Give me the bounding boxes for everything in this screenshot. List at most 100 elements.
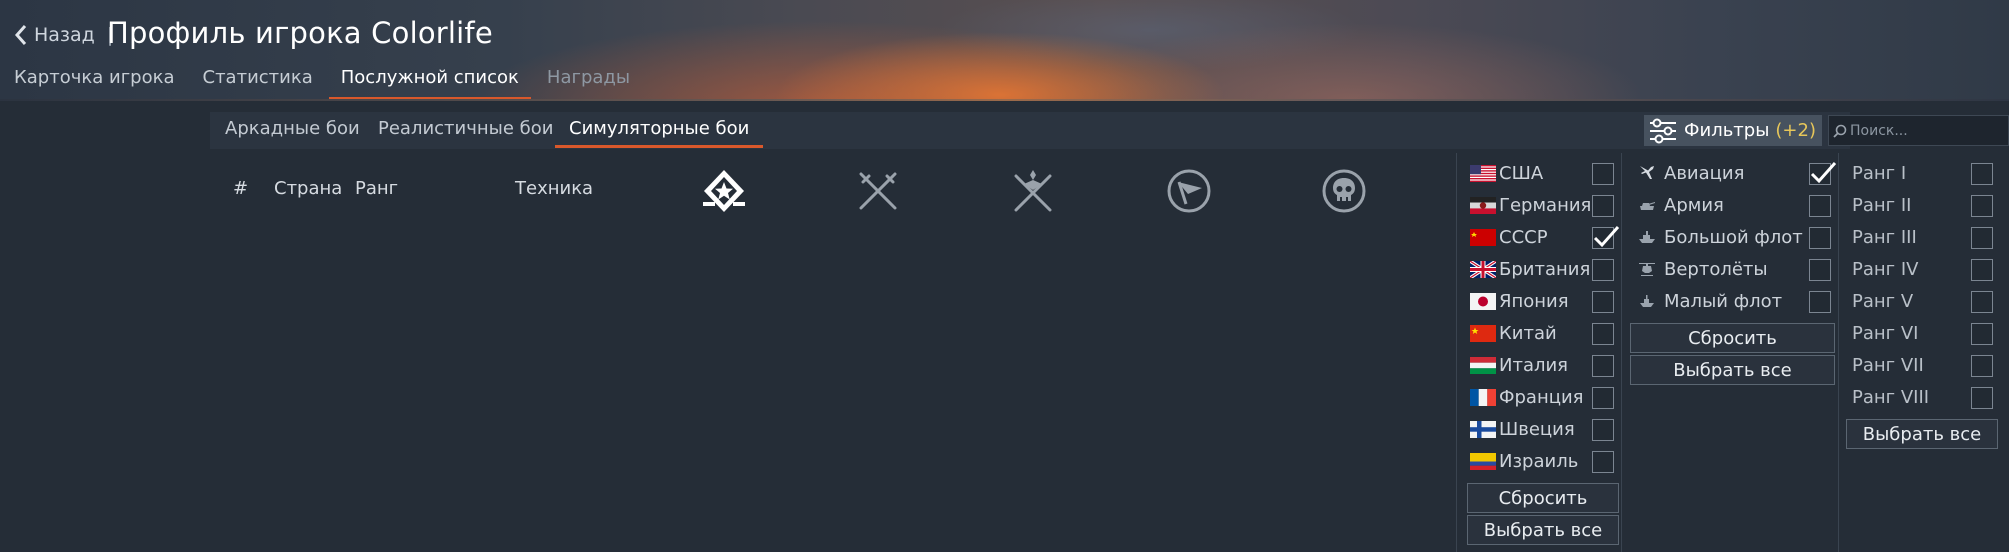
rank-row-3[interactable]: Ранг III bbox=[1852, 223, 1917, 251]
country-row-britain[interactable]: Британия bbox=[1470, 255, 1590, 283]
country-checkbox-france[interactable] bbox=[1592, 387, 1614, 409]
france-flag-icon bbox=[1470, 388, 1496, 406]
country-checkbox-china[interactable] bbox=[1592, 323, 1614, 345]
rank-label: Ранг III bbox=[1852, 226, 1917, 248]
rank-label: Ранг VII bbox=[1852, 354, 1924, 376]
type-checkbox-coastal-fleet[interactable] bbox=[1809, 291, 1831, 313]
country-label: Италия bbox=[1499, 354, 1569, 376]
country-label: Израиль bbox=[1499, 450, 1579, 472]
tab-player-card[interactable]: Карточка игрока bbox=[14, 64, 189, 100]
back-button[interactable]: Назад | bbox=[14, 20, 113, 50]
rank-label: Ранг II bbox=[1852, 194, 1912, 216]
country-checkbox-usa[interactable] bbox=[1592, 163, 1614, 185]
type-row-bluewater-fleet[interactable]: Большой флот bbox=[1638, 223, 1803, 251]
ground-kills-icon[interactable] bbox=[1010, 168, 1056, 214]
country-row-france[interactable]: Франция bbox=[1470, 383, 1584, 411]
rank-label: Ранг VI bbox=[1852, 322, 1919, 344]
rank-label: Ранг I bbox=[1852, 162, 1907, 184]
rank-checkbox-8[interactable] bbox=[1971, 387, 1993, 409]
rank-row-1[interactable]: Ранг I bbox=[1852, 159, 1906, 187]
rank-row-2[interactable]: Ранг II bbox=[1852, 191, 1911, 219]
tab-statistics[interactable]: Статистика bbox=[203, 64, 327, 100]
country-row-israel[interactable]: Израиль bbox=[1470, 447, 1578, 475]
boat-icon bbox=[1640, 295, 1654, 307]
filter-column-divider bbox=[1621, 153, 1622, 552]
filters-count: (+2) bbox=[1775, 120, 1816, 141]
type-row-helicopters[interactable]: Вертолёты bbox=[1638, 255, 1768, 283]
types-select-all-button[interactable]: Выбрать все bbox=[1630, 355, 1835, 385]
israel-flag-icon bbox=[1470, 452, 1496, 470]
tab-simulator[interactable]: Симуляторные бои bbox=[554, 118, 764, 148]
air-kills-icon[interactable] bbox=[855, 168, 901, 214]
country-row-china[interactable]: Китай bbox=[1470, 319, 1557, 347]
rank-checkbox-7[interactable] bbox=[1971, 355, 1993, 377]
type-label: Большой флот bbox=[1664, 226, 1803, 248]
types-reset-button[interactable]: Сбросить bbox=[1630, 323, 1835, 353]
country-row-sweden[interactable]: Швеция bbox=[1470, 415, 1575, 443]
column-vehicle[interactable]: Техника bbox=[515, 178, 593, 199]
country-row-japan[interactable]: Япония bbox=[1470, 287, 1569, 315]
country-label: Франция bbox=[1499, 386, 1584, 408]
country-row-germany[interactable]: Германия bbox=[1470, 191, 1591, 219]
country-checkbox-britain[interactable] bbox=[1592, 259, 1614, 281]
germany-flag-icon bbox=[1470, 196, 1496, 214]
country-label: Германия bbox=[1499, 194, 1592, 216]
tab-realistic[interactable]: Реалистичные бои bbox=[378, 118, 553, 148]
column-rank[interactable]: Ранг bbox=[355, 178, 398, 199]
tab-service-record[interactable]: Послужной список bbox=[328, 64, 533, 100]
tab-awards[interactable]: Награды bbox=[547, 64, 644, 100]
type-checkbox-army[interactable] bbox=[1809, 195, 1831, 217]
rank-checkbox-3[interactable] bbox=[1971, 227, 1993, 249]
type-checkbox-aviation[interactable] bbox=[1809, 162, 1837, 185]
search-box bbox=[1828, 115, 2009, 146]
country-row-italy[interactable]: Италия bbox=[1470, 351, 1568, 379]
rank-row-4[interactable]: Ранг IV bbox=[1852, 255, 1918, 283]
type-checkbox-helicopters[interactable] bbox=[1809, 259, 1831, 281]
country-row-ussr[interactable]: СССР bbox=[1470, 223, 1548, 251]
column-country[interactable]: Страна bbox=[274, 178, 342, 199]
tank-icon bbox=[1640, 202, 1655, 210]
ship-icon bbox=[1639, 231, 1655, 243]
deaths-icon[interactable] bbox=[1321, 168, 1367, 214]
country-label: Китай bbox=[1499, 322, 1557, 344]
rank-row-7[interactable]: Ранг VII bbox=[1852, 351, 1924, 379]
tab-arcade[interactable]: Аркадные бои bbox=[225, 118, 360, 148]
captures-icon[interactable] bbox=[1166, 168, 1212, 214]
country-checkbox-sweden[interactable] bbox=[1592, 419, 1614, 441]
country-checkbox-germany[interactable] bbox=[1592, 195, 1614, 217]
profile-header: Назад | Профиль игрока Colorlife Карточк… bbox=[0, 0, 2009, 101]
rank-row-8[interactable]: Ранг VIII bbox=[1852, 383, 1929, 411]
back-label: Назад bbox=[34, 24, 95, 46]
country-checkbox-ussr[interactable] bbox=[1592, 226, 1620, 249]
type-row-coastal-fleet[interactable]: Малый флот bbox=[1638, 287, 1782, 315]
country-checkbox-israel[interactable] bbox=[1592, 451, 1614, 473]
checkmark-icon bbox=[1810, 162, 1837, 184]
rank-checkbox-5[interactable] bbox=[1971, 291, 1993, 313]
type-row-aviation[interactable]: Авиация bbox=[1638, 159, 1744, 187]
country-label: Швеция bbox=[1499, 418, 1575, 440]
search-icon bbox=[1833, 124, 1847, 138]
countries-reset-button[interactable]: Сбросить bbox=[1467, 483, 1619, 513]
column-number[interactable]: # bbox=[233, 178, 248, 199]
type-label: Армия bbox=[1664, 194, 1724, 216]
filters-button[interactable]: Фильтры (+2) bbox=[1644, 115, 1822, 146]
ranks-select-all-button[interactable]: Выбрать все bbox=[1846, 419, 1998, 449]
country-checkbox-japan[interactable] bbox=[1592, 291, 1614, 313]
rank-label: Ранг VIII bbox=[1852, 386, 1930, 408]
country-checkbox-italy[interactable] bbox=[1592, 355, 1614, 377]
type-checkbox-bluewater-fleet[interactable] bbox=[1809, 227, 1831, 249]
type-label: Авиация bbox=[1664, 162, 1745, 184]
rank-row-5[interactable]: Ранг V bbox=[1852, 287, 1913, 315]
profile-tabs: Карточка игрока Статистика Послужной спи… bbox=[14, 64, 658, 100]
country-label: СССР bbox=[1499, 226, 1548, 248]
rank-row-6[interactable]: Ранг VI bbox=[1852, 319, 1918, 347]
type-row-army[interactable]: Армия bbox=[1638, 191, 1724, 219]
search-input[interactable] bbox=[1850, 122, 2000, 139]
countries-select-all-button[interactable]: Выбрать все bbox=[1467, 515, 1619, 545]
country-row-usa[interactable]: США bbox=[1470, 159, 1543, 187]
rank-checkbox-4[interactable] bbox=[1971, 259, 1993, 281]
rank-checkbox-6[interactable] bbox=[1971, 323, 1993, 345]
rank-checkbox-1[interactable] bbox=[1971, 163, 1993, 185]
rank-checkbox-2[interactable] bbox=[1971, 195, 1993, 217]
victories-icon[interactable] bbox=[701, 168, 747, 214]
